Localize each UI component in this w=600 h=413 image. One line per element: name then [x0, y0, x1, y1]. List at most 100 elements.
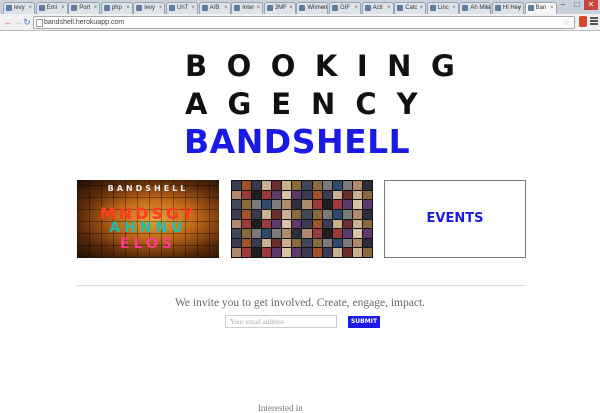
photo-tile [232, 190, 242, 200]
photo-tile [232, 248, 242, 257]
photo-tile [312, 181, 322, 190]
photo-tile [282, 248, 292, 257]
browser-tab[interactable]: Ban × [524, 2, 557, 14]
browser-tab[interactable]: Hi Hey × [492, 2, 524, 14]
logo-booking[interactable]: BOOKING [185, 49, 474, 83]
tab-strip: levy × Emi × Port × php × levy × UnT × A/B × Inter × 3MF… [0, 0, 600, 15]
photo-tile [272, 219, 282, 229]
browser-tab[interactable]: A/B × [198, 2, 231, 14]
submit-button[interactable]: SUBMIT [348, 316, 380, 328]
tab-favicon-icon [364, 5, 371, 11]
tab-close-icon[interactable]: × [420, 3, 424, 14]
photo-tile [322, 209, 332, 219]
photo-tile [242, 209, 252, 219]
photo-tile [292, 200, 302, 209]
browser-tab[interactable]: Wiimen × [296, 2, 329, 14]
browser-tab[interactable]: levy × [133, 2, 166, 14]
booking-agency-card[interactable]: BANDSHELL MNDSGY AHNNU ELOS [77, 180, 219, 258]
browser-tab[interactable]: Linc × [426, 2, 459, 14]
photo-tile [322, 248, 332, 257]
browser-toolbar: ← → ↻ bandshell.herokuapp.com ☆ [0, 14, 600, 31]
tab-label: Inter [242, 5, 255, 11]
photo-tile [252, 219, 262, 229]
tab-close-icon[interactable]: × [126, 3, 130, 14]
back-button[interactable]: ← [3, 16, 13, 28]
tab-close-icon[interactable]: × [485, 3, 489, 14]
maximize-button[interactable]: □ [570, 0, 584, 10]
logo-bandshell[interactable]: BANDSHELL [184, 122, 410, 161]
photo-tile [232, 229, 242, 238]
tab-close-icon[interactable]: × [387, 3, 391, 14]
photo-tile [342, 209, 352, 219]
photo-tile [262, 238, 272, 248]
browser-tab[interactable]: Ah Mila × [459, 2, 492, 14]
tab-close-icon[interactable]: × [289, 3, 293, 14]
browser-tab[interactable]: Calc × [394, 2, 427, 14]
photo-tile [302, 181, 312, 190]
browser-tab[interactable]: UnT × [166, 2, 198, 14]
reload-button[interactable]: ↻ [22, 16, 32, 28]
photo-tile [352, 238, 362, 248]
photo-tile [282, 229, 292, 238]
photo-tile [352, 219, 362, 229]
artists-photo-grid-card[interactable] [231, 180, 373, 258]
photo-tile [282, 200, 292, 209]
tab-close-icon[interactable]: × [257, 3, 261, 14]
browser-tab[interactable]: Inter × [231, 2, 264, 14]
tab-close-icon[interactable]: × [322, 3, 326, 14]
browser-tab[interactable]: php × [100, 2, 133, 14]
photo-tile [292, 181, 302, 190]
browser-tab[interactable]: 3MF × [263, 2, 296, 14]
tab-favicon-icon [397, 5, 404, 11]
photo-tile [352, 200, 362, 209]
tab-label: levy [14, 5, 25, 11]
address-bar[interactable]: bandshell.herokuapp.com ☆ [33, 16, 575, 29]
photo-tile [322, 238, 332, 248]
browser-tab[interactable]: Port × [68, 2, 101, 14]
tab-close-icon[interactable]: × [94, 3, 98, 14]
photo-tile [332, 209, 342, 219]
photo-tile [242, 219, 252, 229]
tab-label: GIF [340, 5, 350, 11]
tab-close-icon[interactable]: × [354, 3, 358, 14]
tab-label: levy [144, 5, 156, 11]
extension-icon[interactable] [579, 16, 587, 27]
browser-tab[interactable]: GIF × [329, 2, 361, 14]
tab-close-icon[interactable]: × [191, 3, 195, 14]
photo-tile [302, 219, 312, 229]
browser-tab[interactable]: levy × [3, 2, 35, 14]
menu-icon[interactable] [590, 16, 598, 28]
tab-label: php [111, 5, 122, 11]
tab-favicon-icon [332, 5, 338, 11]
minimize-button[interactable]: – [556, 0, 570, 10]
tab-favicon-icon [429, 5, 436, 11]
photo-tile [262, 229, 272, 238]
tab-favicon-icon [103, 5, 110, 11]
browser-tab[interactable]: Acti × [361, 2, 394, 14]
tab-close-icon[interactable]: × [28, 3, 32, 14]
photo-tile [302, 190, 312, 200]
tab-close-icon[interactable]: × [452, 3, 456, 14]
tab-close-icon[interactable]: × [550, 3, 554, 14]
photo-tile [292, 248, 302, 257]
events-card[interactable]: EVENTS [384, 180, 526, 258]
url-text[interactable]: bandshell.herokuapp.com [44, 17, 124, 28]
tab-favicon-icon [266, 5, 273, 11]
bookmark-star-icon[interactable]: ☆ [563, 17, 570, 28]
logo-agency[interactable]: AGENCY [185, 87, 438, 121]
photo-tile [252, 209, 262, 219]
close-window-button[interactable]: ✕ [584, 0, 598, 10]
photo-tile [322, 229, 332, 238]
email-field[interactable] [225, 315, 337, 328]
photo-tile [262, 209, 272, 219]
browser-tab[interactable]: Emi × [35, 2, 68, 14]
tab-close-icon[interactable]: × [224, 3, 228, 14]
tab-favicon-icon [234, 5, 241, 11]
photo-tile [242, 181, 252, 190]
tab-close-icon[interactable]: × [517, 3, 521, 14]
photo-tile [272, 190, 282, 200]
photo-tile [362, 200, 372, 209]
photo-tile [272, 229, 282, 238]
tab-close-icon[interactable]: × [61, 3, 65, 14]
tab-close-icon[interactable]: × [159, 3, 163, 14]
